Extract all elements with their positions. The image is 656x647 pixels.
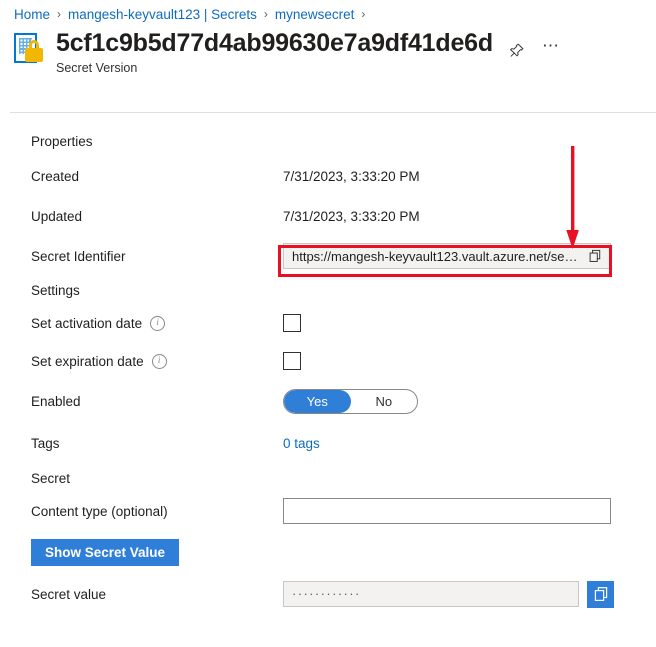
set-activation-date-row: Set activation date i [0, 304, 656, 342]
page-header-text: 5cf1c9b5d77d4ab99630e7a9df41de6d Secret … [56, 28, 493, 76]
settings-heading-label: Settings [31, 282, 80, 298]
set-activation-date-label: Set activation date i [31, 315, 283, 331]
secret-properties-form: Properties Created 7/31/2023, 3:33:20 PM… [0, 126, 656, 614]
content-type-label: Content type (optional) [31, 503, 168, 519]
breadcrumb-separator-icon: › [57, 7, 62, 21]
enabled-toggle[interactable]: Yes No [283, 388, 418, 414]
header-divider [10, 112, 656, 113]
page-header-actions: ⋯ [507, 36, 561, 65]
properties-heading-label: Properties [31, 133, 93, 149]
show-secret-value-row: Show Secret Value [0, 530, 656, 574]
copy-secret-value-button[interactable] [587, 580, 614, 608]
created-row: Created 7/31/2023, 3:33:20 PM [0, 156, 656, 196]
properties-section-heading: Properties [0, 126, 656, 156]
set-expiration-date-text: Set expiration date [31, 353, 144, 369]
content-type-row: Content type (optional) [0, 492, 656, 530]
enabled-label: Enabled [31, 393, 81, 409]
info-icon[interactable]: i [150, 315, 166, 331]
secret-identifier-row: Secret Identifier https://mangesh-keyvau… [0, 236, 656, 276]
secret-version-icon [12, 32, 46, 68]
set-activation-date-checkbox[interactable] [283, 314, 301, 332]
page-subtitle: Secret Version [56, 61, 138, 75]
created-label: Created [31, 168, 80, 184]
updated-row: Updated 7/31/2023, 3:33:20 PM [0, 196, 656, 236]
secret-value-label: Secret value [31, 586, 107, 602]
secret-section-heading: Secret [0, 464, 656, 492]
copy-icon[interactable] [586, 249, 604, 263]
tags-link[interactable]: 0 tags [283, 436, 320, 451]
ellipsis-icon[interactable]: ⋯ [541, 36, 561, 65]
set-activation-date-text: Set activation date [31, 315, 143, 331]
set-expiration-date-row: Set expiration date i [0, 342, 656, 380]
secret-value-row: Secret value ············ [0, 574, 656, 614]
secret-heading-label: Secret [31, 470, 71, 486]
created-value: 7/31/2023, 3:33:20 PM [283, 168, 420, 184]
show-secret-value-button[interactable]: Show Secret Value [31, 538, 180, 566]
breadcrumb-separator-icon: › [361, 7, 366, 21]
updated-label: Updated [31, 208, 83, 224]
secret-identifier-value: https://mangesh-keyvault123.vault.azure.… [292, 248, 582, 264]
info-icon[interactable]: i [151, 353, 167, 369]
breadcrumb-item-keyvault-secrets[interactable]: mangesh-keyvault123 | Secrets [68, 7, 257, 22]
page-header: 5cf1c9b5d77d4ab99630e7a9df41de6d Secret … [12, 28, 646, 80]
breadcrumb-item-mynewsecret[interactable]: mynewsecret [275, 7, 355, 22]
set-expiration-date-label: Set expiration date i [31, 353, 283, 369]
enabled-toggle-no[interactable]: No [351, 390, 418, 413]
content-type-input[interactable] [283, 498, 611, 524]
secret-identifier-input[interactable]: https://mangesh-keyvault123.vault.azure.… [283, 243, 611, 269]
secret-identifier-label: Secret Identifier [31, 248, 126, 264]
enabled-toggle-yes[interactable]: Yes [284, 389, 351, 413]
tags-label: Tags [31, 435, 60, 451]
breadcrumb-item-home[interactable]: Home [14, 7, 50, 22]
tags-row: Tags 0 tags [0, 422, 656, 464]
secret-identifier-field[interactable]: https://mangesh-keyvault123.vault.azure.… [283, 243, 611, 269]
secret-value-input[interactable]: ············ [283, 581, 579, 607]
breadcrumb-separator-icon: › [263, 7, 268, 21]
secret-value-masked: ············ [292, 586, 361, 601]
set-expiration-date-checkbox[interactable] [283, 352, 301, 370]
updated-value: 7/31/2023, 3:33:20 PM [283, 208, 420, 224]
enabled-row: Enabled Yes No [0, 380, 656, 422]
pin-icon[interactable] [507, 41, 527, 61]
settings-section-heading: Settings [0, 276, 656, 304]
page-title: 5cf1c9b5d77d4ab99630e7a9df41de6d [56, 29, 493, 57]
breadcrumb: Home › mangesh-keyvault123 | Secrets › m… [14, 4, 372, 24]
